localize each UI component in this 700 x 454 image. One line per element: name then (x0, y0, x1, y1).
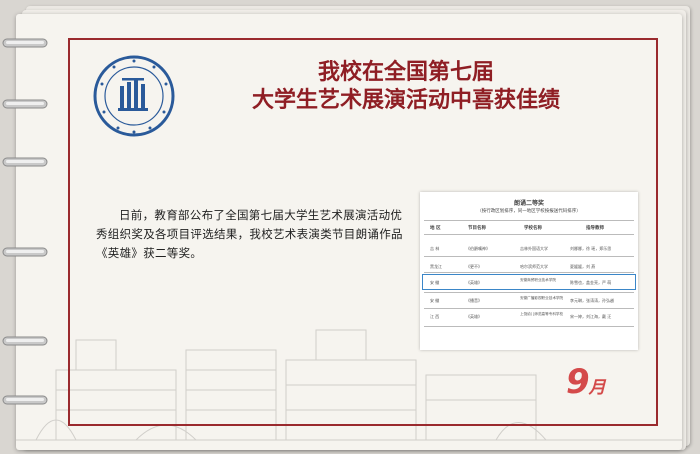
award-document-image: 朗诵二等奖 （按行政区划排序，同一地区学校按报送代码排序） 地 区 节目名称 学… (420, 192, 638, 350)
ring-binder-icon (2, 99, 48, 109)
doc-cell: 《英雄》 (466, 314, 482, 319)
doc-cell: 江 西 (430, 314, 440, 319)
ring-binder-icon (2, 247, 48, 257)
ring-binder-icon (2, 395, 48, 405)
doc-cell: 陈雪也，盖金亮，严 萌 (570, 280, 612, 285)
news-paragraph: 日前，教育部公布了全国第七届大学生艺术展演活动优秀组织奖及各项目评选结果，我校艺… (96, 208, 403, 260)
ring-binder-icon (2, 157, 48, 167)
doc-cell: 《英雄》 (466, 280, 482, 285)
document-title: 朗诵二等奖 (513, 200, 544, 207)
document-subtitle: （按行政区划排序，同一地区学校按报送代码排序） (477, 209, 581, 214)
doc-cell: 安徽商贸职业技术学院 (520, 278, 556, 282)
document-rule (424, 308, 634, 309)
month-stamp: 9月 (566, 362, 606, 402)
doc-cell: 刘娜娜，徐 瑶，郑乐思 (570, 246, 612, 251)
page-title: 我校在全国第七届 大学生艺术展演活动中喜获佳绩 (166, 58, 646, 114)
document-rule (424, 220, 634, 221)
doc-cell: 吉林外国语大学 (520, 246, 548, 251)
doc-cell: 李元琳，张涛涛，孙弘越 (570, 298, 614, 303)
doc-cell: 安 徽 (430, 280, 440, 285)
doc-cell: 《播音》 (466, 298, 482, 303)
title-line-1: 我校在全国第七届 (317, 59, 494, 85)
doc-cell: 黑龙江 (430, 264, 442, 269)
doc-cell: 《更不》 (466, 264, 482, 269)
notebook-page: 我校在全国第七届 大学生艺术展演活动中喜获佳绩 日前，教育部公布了全国第七届大学… (16, 14, 682, 450)
doc-cell: 哈尔滨师范大学 (520, 264, 548, 269)
document-header-program: 节目名称 (468, 226, 486, 231)
document-header-school: 学校名称 (524, 226, 542, 231)
document-rule (424, 256, 634, 257)
ring-binder-icon (2, 336, 48, 346)
doc-cell: 上饶幼儿师范高等专科学校 (520, 312, 564, 316)
title-line-2: 大学生艺术展演活动中喜获佳绩 (251, 87, 560, 113)
doc-cell: 宋一婷，刘江海，戴 汪 (570, 314, 612, 319)
doc-cell: 安 徽 (430, 298, 440, 303)
school-seal-logo (93, 55, 175, 137)
doc-cell: 安徽广播影视职业技术学院 (520, 296, 564, 300)
document-header-region: 地 区 (430, 226, 441, 231)
document-rule (424, 326, 634, 327)
doc-cell: 《伯爵嘴神》 (466, 246, 490, 251)
document-header-teacher: 指导教师 (586, 226, 604, 231)
doc-cell: 夏媛媛，刘 燕 (570, 264, 596, 269)
document-rule (424, 272, 634, 273)
month-number: 9 (566, 362, 590, 402)
month-character: 月 (588, 378, 606, 398)
doc-cell: 吉 林 (430, 246, 440, 251)
document-rule (424, 234, 634, 235)
document-rule (424, 292, 634, 293)
ring-binder-icon (2, 38, 48, 48)
